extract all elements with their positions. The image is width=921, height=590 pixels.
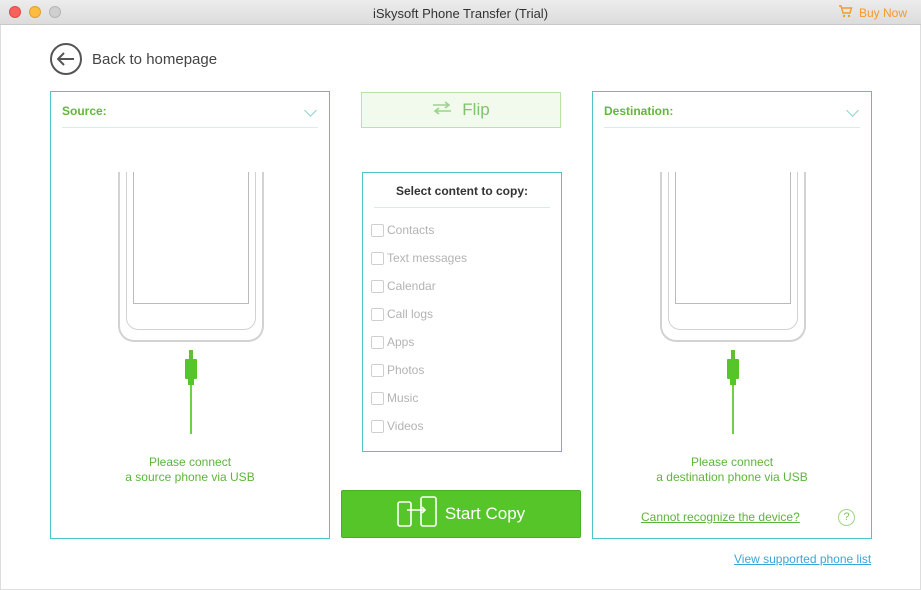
option-music[interactable]: Music [371,391,418,405]
start-copy-label: Start Copy [444,504,526,523]
checkbox[interactable] [371,419,384,433]
help-icon[interactable]: ? [838,509,855,526]
phone-transfer-icon [397,495,437,533]
title-bar: iSkysoft Phone Transfer (Trial) Buy Now [0,0,921,25]
checkbox[interactable] [371,363,384,377]
chevron-down-icon[interactable] [304,104,317,117]
back-to-homepage-button[interactable]: Back to homepage [50,43,217,75]
checkbox[interactable] [371,391,384,405]
option-videos[interactable]: Videos [371,419,423,433]
window-title: iSkysoft Phone Transfer (Trial) [372,6,549,21]
checkbox[interactable] [371,223,384,237]
cart-icon [838,5,853,21]
view-supported-phone-list-link[interactable]: View supported phone list [734,552,871,566]
content-title: Select content to copy: [395,184,529,198]
destination-connect-message: Please connect a destination phone via U… [656,455,808,484]
buy-now-button[interactable]: Buy Now [838,5,907,21]
option-call-logs[interactable]: Call logs [371,307,433,321]
option-text-messages[interactable]: Text messages [371,251,467,265]
option-apps[interactable]: Apps [371,335,414,349]
destination-panel: Destination: Please connect a destinatio… [592,91,872,539]
option-calendar[interactable]: Calendar [371,279,436,293]
source-selector[interactable]: Source: [62,104,318,128]
option-contacts[interactable]: Contacts [371,223,434,237]
content-selection-box: Select content to copy: Contacts Text me… [362,172,562,452]
flip-label: Flip [462,100,490,119]
destination-selector[interactable]: Destination: [604,104,860,128]
checkbox[interactable] [371,335,384,349]
flip-button[interactable]: Flip [361,92,561,128]
phone-screen [133,172,249,304]
destination-title: Destination: [604,104,674,118]
back-arrow-icon [50,43,82,75]
checkbox[interactable] [371,251,384,265]
back-label: Back to homepage [92,50,218,68]
chevron-down-icon[interactable] [846,104,859,117]
source-panel: Source: Please connect a source phone vi… [50,91,330,539]
option-photos[interactable]: Photos [371,363,424,377]
main-window: Back to homepage Source: Please connect … [0,25,921,590]
source-connect-message: Please connect a source phone via USB [125,455,255,484]
checkbox[interactable] [371,279,384,293]
destination-phone-illustration [660,172,806,342]
flip-arrows-icon [432,100,452,120]
start-copy-button[interactable]: Start Copy [341,490,581,538]
cannot-recognize-link[interactable]: Cannot recognize the device? [641,510,800,524]
usb-cable-icon [185,350,197,434]
usb-cable-icon [727,350,739,434]
source-phone-illustration [118,172,264,342]
phone-screen [675,172,791,304]
source-title: Source: [62,104,107,118]
checkbox[interactable] [371,307,384,321]
buy-now-label: Buy Now [858,6,907,20]
